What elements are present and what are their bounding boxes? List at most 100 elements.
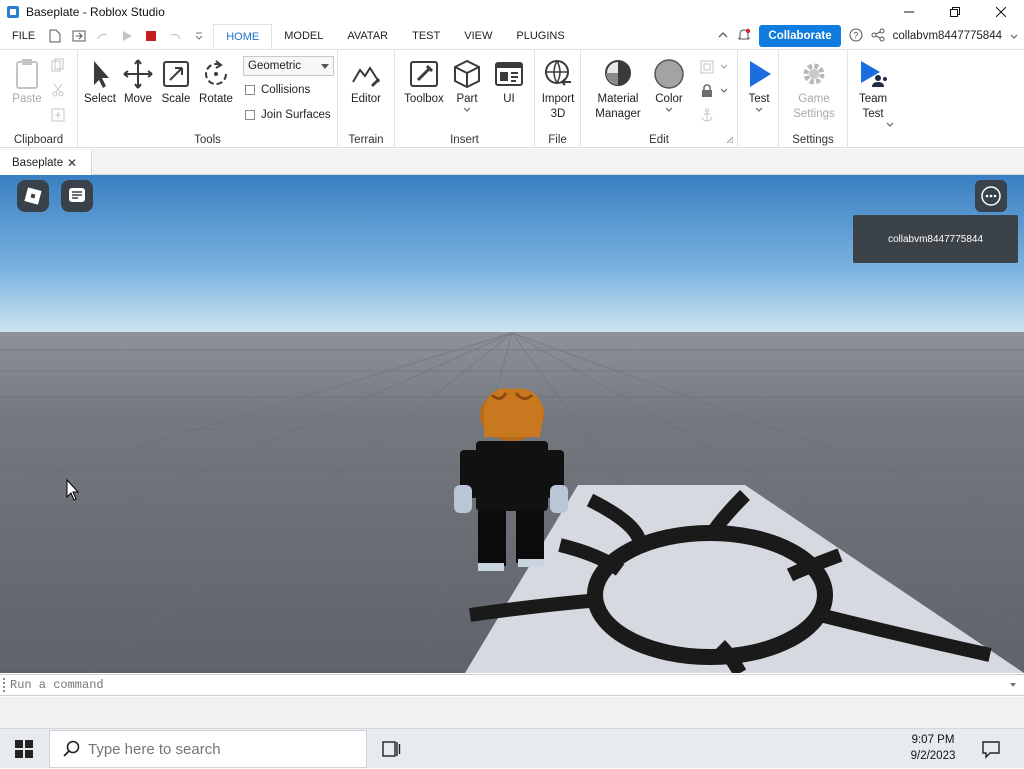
lock-dropdown-icon[interactable] <box>720 88 728 94</box>
notifications-bell-icon[interactable] <box>737 28 751 45</box>
cut-icon[interactable] <box>51 83 65 97</box>
help-icon[interactable]: ? <box>849 28 863 45</box>
edit-group: Material Manager Color Edit <box>581 50 738 148</box>
anchor-icon[interactable] <box>700 108 714 122</box>
part-cube-icon <box>454 59 480 89</box>
test-group: Test <box>738 50 779 148</box>
chat-icon <box>69 188 85 202</box>
terrain-group-label: Terrain <box>348 134 384 146</box>
game-settings-button[interactable]: Game Settings <box>787 58 841 122</box>
undo-icon[interactable] <box>167 28 183 44</box>
select-button[interactable]: Select <box>82 58 118 107</box>
chat-button[interactable] <box>61 180 93 212</box>
more-options-button[interactable] <box>975 180 1007 212</box>
account-dropdown-icon[interactable] <box>1010 29 1018 43</box>
tab-baseplate[interactable]: Baseplate ✕ <box>0 150 92 175</box>
transform-mode-dropdown[interactable]: Geometric <box>243 56 334 76</box>
material-manager-button[interactable]: Material Manager <box>591 58 645 122</box>
action-center-icon[interactable] <box>980 738 1002 760</box>
customize-quick-access-icon[interactable] <box>191 28 207 44</box>
title-bar: Baseplate - Roblox Studio <box>0 0 1024 24</box>
edit-group-expand-icon[interactable] <box>727 137 733 143</box>
publish-icon[interactable] <box>71 28 87 44</box>
clipboard-group-label: Clipboard <box>13 134 64 146</box>
roblox-menu-button[interactable] <box>17 180 49 212</box>
taskbar-clock[interactable]: 9:07 PM 9/2/2023 <box>895 732 971 764</box>
rotate-icon <box>205 60 228 86</box>
tab-avatar[interactable]: AVATAR <box>335 24 400 48</box>
tab-view[interactable]: VIEW <box>452 24 504 48</box>
settings-group: Game Settings Settings <box>779 50 848 148</box>
document-tab-bar: Baseplate ✕ <box>0 149 1024 175</box>
window-title: Baseplate - Roblox Studio <box>26 5 165 19</box>
svg-text:?: ? <box>853 30 858 40</box>
username-label[interactable]: collabvm8447775844 <box>893 30 1002 42</box>
quick-access-toolbar <box>47 28 207 44</box>
stop-icon[interactable] <box>143 28 159 44</box>
tab-plugins[interactable]: PLUGINS <box>504 24 576 48</box>
insert-group-label: Insert <box>450 134 479 146</box>
taskbar-search-box[interactable] <box>49 730 367 768</box>
move-button[interactable]: Move <box>120 58 156 107</box>
team-test-button[interactable]: Team Test <box>852 58 894 122</box>
color-dropdown-icon[interactable] <box>665 107 673 113</box>
collaborate-button[interactable]: Collaborate <box>759 25 841 47</box>
new-file-icon[interactable] <box>47 28 63 44</box>
terrain-editor-button[interactable]: Editor <box>346 58 386 107</box>
paste-button[interactable]: Paste <box>8 58 46 107</box>
3d-viewport[interactable]: collabvm8447775844 <box>0 175 1024 673</box>
menu-tab-row: FILE HOME MODEL AVATAR TEST VIEW PLUGINS… <box>0 24 1024 50</box>
test-button[interactable]: Test <box>740 58 778 115</box>
play-icon[interactable] <box>119 28 135 44</box>
color-button[interactable]: Color <box>649 58 689 115</box>
clock-time: 9:07 PM <box>911 734 955 746</box>
select-cursor-icon <box>94 61 109 88</box>
group-icon[interactable] <box>700 60 714 74</box>
restore-button[interactable] <box>932 0 978 24</box>
join-surfaces-checkbox[interactable]: Join Surfaces <box>245 109 331 121</box>
team-test-dropdown-icon[interactable] <box>886 122 894 128</box>
minimize-button[interactable] <box>886 0 932 24</box>
copy-icon[interactable] <box>51 58 65 72</box>
ui-button[interactable]: UI <box>491 58 527 107</box>
minimize-icon <box>904 11 914 13</box>
close-tab-icon[interactable]: ✕ <box>67 152 77 174</box>
part-button[interactable]: Part <box>449 58 485 115</box>
share-icon[interactable] <box>871 28 885 45</box>
scale-button[interactable]: Scale <box>158 58 194 107</box>
group-dropdown-icon[interactable] <box>720 64 728 70</box>
ribbon: Paste Clipboard Select Move Scale Rotate… <box>0 49 1024 148</box>
command-bar <box>0 674 1024 696</box>
tab-model[interactable]: MODEL <box>272 24 335 48</box>
start-button[interactable] <box>0 729 48 769</box>
collisions-checkbox[interactable]: Collisions <box>245 84 310 96</box>
redo-icon[interactable] <box>95 28 111 44</box>
restore-icon <box>950 7 960 17</box>
duplicate-icon[interactable] <box>51 108 65 122</box>
tab-test[interactable]: TEST <box>400 24 452 48</box>
command-bar-grip[interactable] <box>3 678 6 692</box>
command-input[interactable] <box>10 677 1000 693</box>
part-dropdown-icon[interactable] <box>463 107 471 113</box>
command-history-dropdown-icon[interactable] <box>1010 683 1016 687</box>
file-menu[interactable]: FILE <box>0 24 47 48</box>
color-swatch-icon <box>654 59 684 89</box>
import-3d-button[interactable]: Import 3D <box>538 58 578 122</box>
roblox-logo-icon <box>24 187 42 205</box>
taskbar-search-input[interactable] <box>88 740 348 758</box>
roblox-studio-icon <box>7 6 19 18</box>
search-icon <box>63 740 80 757</box>
gear-icon <box>803 63 825 85</box>
toolbox-button[interactable]: Toolbox <box>401 58 447 107</box>
test-dropdown-icon[interactable] <box>755 107 763 113</box>
close-window-button[interactable] <box>978 0 1024 24</box>
collapse-ribbon-icon[interactable] <box>717 29 729 43</box>
player-list-entry[interactable]: collabvm8447775844 <box>853 215 1018 263</box>
scale-icon <box>163 61 189 87</box>
terrain-group: Editor Terrain <box>338 50 395 148</box>
tab-home[interactable]: HOME <box>213 24 273 50</box>
windows-taskbar: 9:07 PM 9/2/2023 <box>0 728 1024 768</box>
task-view-icon[interactable] <box>380 738 402 760</box>
rotate-button[interactable]: Rotate <box>196 58 236 107</box>
lock-icon[interactable] <box>700 84 714 98</box>
